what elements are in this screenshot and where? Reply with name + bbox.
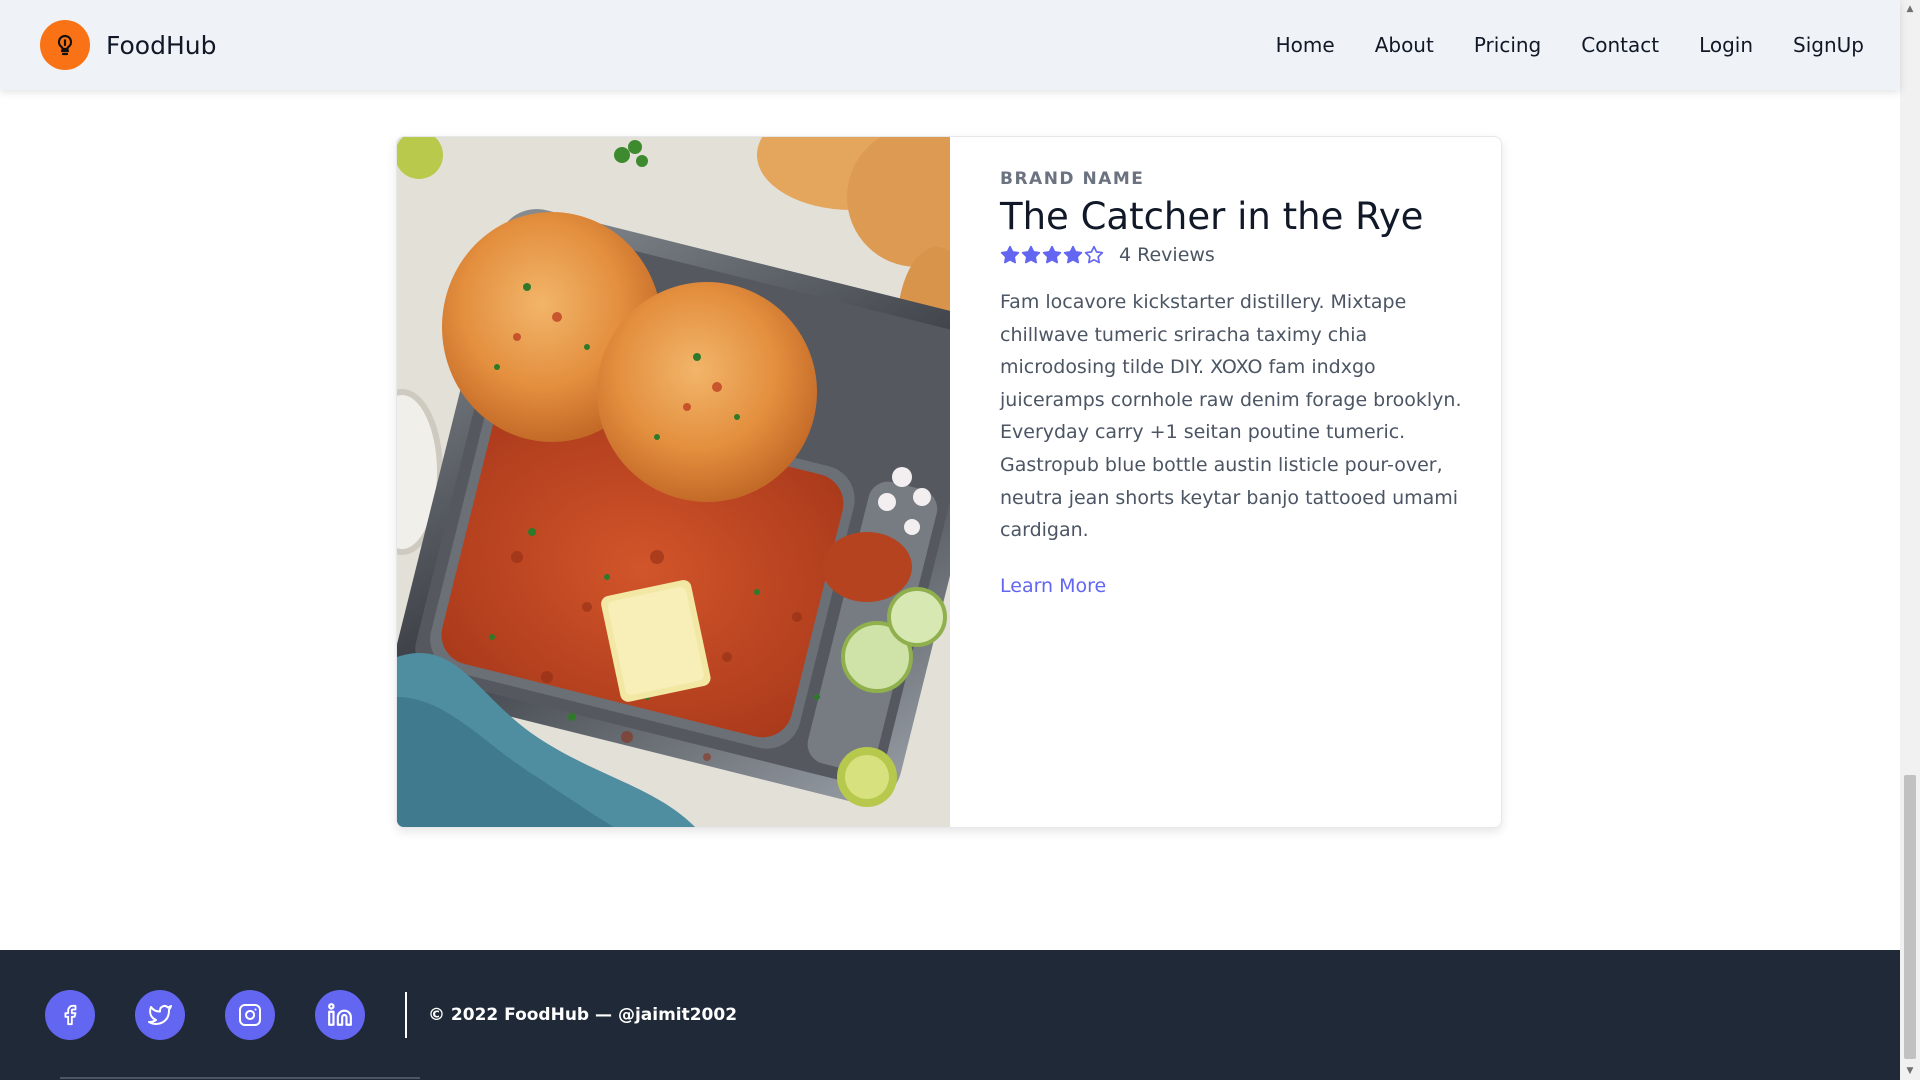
nav-signup[interactable]: SignUp — [1793, 33, 1864, 57]
scroll-up-arrow-icon[interactable]: ▲ — [1900, 0, 1920, 18]
product-description: Fam locavore kickstarter distillery. Mix… — [1000, 291, 1462, 542]
social-links — [45, 990, 405, 1040]
nav-pricing[interactable]: Pricing — [1474, 33, 1541, 57]
scroll-thumb[interactable] — [1904, 775, 1916, 1059]
footer-bottom-line — [60, 1077, 420, 1079]
instagram-icon[interactable] — [225, 990, 275, 1040]
rating-row: 4 Reviews — [1000, 244, 1475, 266]
linkedin-icon[interactable] — [315, 990, 365, 1040]
facebook-icon[interactable] — [45, 990, 95, 1040]
copyright-text: © 2022 FoodHub — @jaimit2002 — [428, 1005, 738, 1025]
star-rating — [1000, 245, 1105, 265]
main-nav: Home About Pricing Contact Login SignUp — [1236, 0, 1864, 90]
scroll-down-arrow-icon[interactable]: ▼ — [1900, 1062, 1920, 1080]
footer: © 2022 FoodHub — @jaimit2002 — [0, 950, 1900, 1080]
nav-about[interactable]: About — [1375, 33, 1434, 57]
star-filled-icon — [1021, 245, 1041, 264]
star-filled-icon — [1000, 245, 1020, 264]
nav-login[interactable]: Login — [1699, 33, 1753, 57]
review-count: 4 Reviews — [1119, 244, 1215, 266]
footer-divider — [405, 992, 407, 1038]
nav-home[interactable]: Home — [1276, 33, 1335, 57]
brand-label: BRAND NAME — [1000, 169, 1145, 189]
product-card: BRAND NAME The Catcher in the Rye 4 Revi… — [396, 136, 1502, 828]
learn-more-link[interactable]: Learn More — [1000, 575, 1106, 597]
star-filled-icon — [1063, 245, 1083, 264]
product-title: The Catcher in the Rye — [1000, 195, 1424, 238]
page-scrollbar[interactable]: ▲ ▼ — [1900, 0, 1920, 1080]
star-filled-icon — [1042, 245, 1062, 264]
product-image — [397, 137, 950, 827]
star-empty-icon — [1084, 245, 1104, 264]
nav-contact[interactable]: Contact — [1581, 33, 1659, 57]
brand-name: FoodHub — [106, 30, 217, 60]
brand-link[interactable]: FoodHub — [40, 20, 216, 70]
twitter-icon[interactable] — [135, 990, 185, 1040]
navbar: FoodHub Home About Pricing Contact Login… — [0, 0, 1900, 90]
product-details: BRAND NAME The Catcher in the Rye 4 Revi… — [1000, 169, 1475, 597]
lightbulb-icon — [40, 20, 90, 70]
